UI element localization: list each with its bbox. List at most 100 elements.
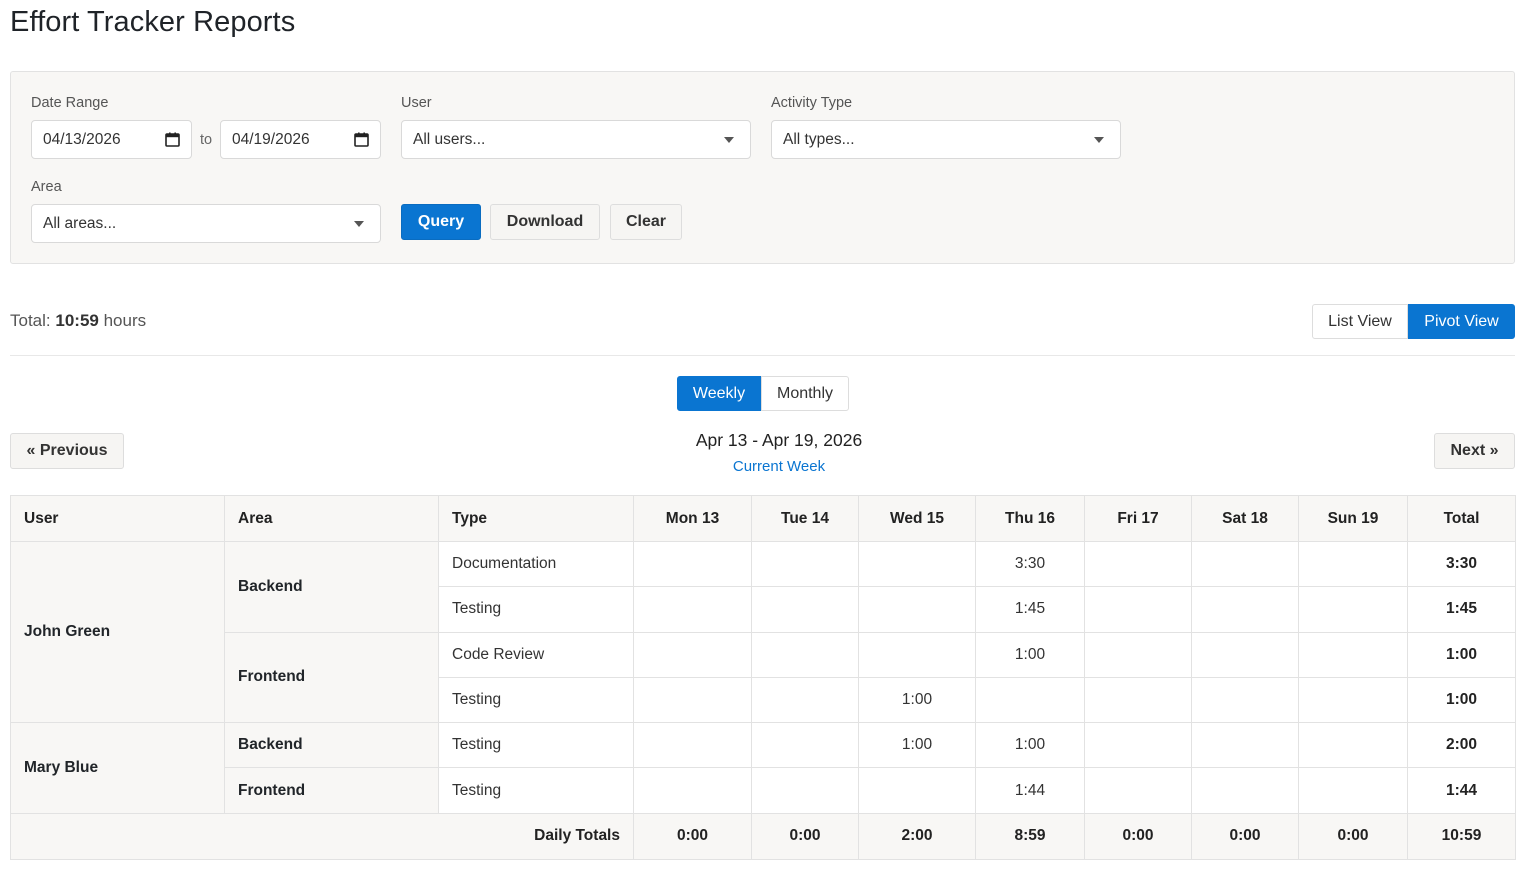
type-cell: Testing [438,676,634,724]
day-cell: 1:00 [858,722,976,769]
list-view-button[interactable]: List View [1312,304,1408,339]
area-label: Area [31,179,62,195]
monthly-button[interactable]: Monthly [761,376,849,411]
date-to-value: 04/19/2026 [232,130,310,148]
chevron-down-icon [724,136,734,143]
day-cell [751,767,859,814]
activity-type-value: All types... [783,130,855,148]
user-select[interactable]: All users... [401,120,751,159]
date-from-value: 04/13/2026 [43,130,121,148]
header-day: Thu 16 [975,495,1085,542]
type-cell: Documentation [438,540,634,588]
header-day: Mon 13 [633,495,752,542]
row-total-cell: 3:30 [1407,540,1516,588]
daily-total-cell: 0:00 [1084,812,1192,860]
header-total: Total [1407,495,1516,542]
day-cell [858,631,976,678]
header-day: Sat 18 [1191,495,1299,542]
pivot-table: User Area Type Mon 13 Tue 14 Wed 15 Thu … [10,495,1516,860]
day-cell [751,722,859,769]
weekly-button[interactable]: Weekly [677,376,761,411]
pivot-view-button[interactable]: Pivot View [1408,304,1515,339]
view-toggle: List View Pivot View [1312,304,1515,339]
date-from-input[interactable]: 04/13/2026 [31,120,192,159]
day-cell [1084,540,1192,588]
header-day: Sun 19 [1298,495,1408,542]
user-label: User [401,95,432,111]
day-cell [858,767,976,814]
table-row: John Green Backend Documentation 3:30 3:… [10,540,1516,724]
page-title: Effort Tracker Reports [10,6,296,38]
type-cell: Testing [438,586,634,633]
date-range-label: Date Range [31,95,109,111]
day-cell [1191,722,1299,769]
day-cell: 1:45 [975,586,1085,633]
divider [10,355,1515,356]
total-hours-summary: Total: 10:59 hours [10,311,146,331]
day-cell: 1:00 [975,631,1085,678]
chevron-down-icon [1094,136,1104,143]
daily-total-cell: 2:00 [858,812,976,860]
day-cell: 1:44 [975,767,1085,814]
header-day: Fri 17 [1084,495,1192,542]
day-cell [1191,676,1299,724]
day-cell [1191,586,1299,633]
activity-type-select[interactable]: All types... [771,120,1121,159]
type-cell: Testing [438,722,634,769]
area-cell: Backend [224,722,439,769]
clear-button[interactable]: Clear [610,204,682,240]
table-row: Mary Blue Backend Testing 1:00 1:00 2:00 [10,722,1516,814]
activity-type-label: Activity Type [771,95,853,111]
day-cell: 3:30 [975,540,1085,588]
day-cell [1084,722,1192,769]
day-cell [1084,676,1192,724]
daily-total-cell: 0:00 [751,812,859,860]
area-cell: Frontend [224,767,439,814]
current-week-link[interactable]: Current Week [629,458,929,475]
daily-total-cell: 0:00 [633,812,752,860]
daily-total-cell: 0:00 [1191,812,1299,860]
user-cell: Mary Blue [10,722,225,814]
previous-button[interactable]: « Previous [10,433,124,469]
daily-totals-label: Daily Totals [10,812,634,860]
daily-total-cell: 0:00 [1298,812,1408,860]
header-day: Tue 14 [751,495,859,542]
row-total-cell: 1:45 [1407,586,1516,633]
calendar-icon[interactable] [354,132,369,147]
filter-panel: Date Range 04/13/2026 to 04/19/2026 User… [10,71,1515,264]
day-cell [1084,767,1192,814]
area-select-value: All areas... [43,214,117,232]
query-button[interactable]: Query [401,204,481,240]
day-cell: 1:00 [975,722,1085,769]
download-button[interactable]: Download [490,204,600,240]
next-button[interactable]: Next » [1434,433,1515,469]
area-select[interactable]: All areas... [31,204,381,243]
day-cell [633,767,752,814]
day-cell [858,586,976,633]
day-cell [633,540,752,588]
calendar-icon[interactable] [165,132,180,147]
day-cell [975,676,1085,724]
table-row: Frontend Code Review 1:00 1:00 [11,631,1516,724]
row-total-cell: 1:00 [1407,631,1516,678]
period-toggle: Weekly Monthly [677,376,849,411]
day-cell [1084,586,1192,633]
total-prefix: Total: [10,311,51,330]
day-cell [1298,676,1408,724]
day-cell [1298,540,1408,588]
total-suffix: hours [103,311,147,330]
header-type: Type [438,495,634,542]
day-cell [1191,767,1299,814]
table-header-row: User Area Type Mon 13 Tue 14 Wed 15 Thu … [10,495,1516,542]
grand-total-cell: 10:59 [1407,812,1516,860]
day-cell [1084,631,1192,678]
user-cell: John Green [10,540,225,724]
table-row: Frontend Testing 1:44 1:44 [11,767,1516,814]
header-user: User [10,495,225,542]
header-day: Wed 15 [858,495,976,542]
day-cell [633,586,752,633]
date-to-input[interactable]: 04/19/2026 [220,120,381,159]
day-cell [633,722,752,769]
area-cell: Frontend [224,631,439,724]
day-cell [633,631,752,678]
